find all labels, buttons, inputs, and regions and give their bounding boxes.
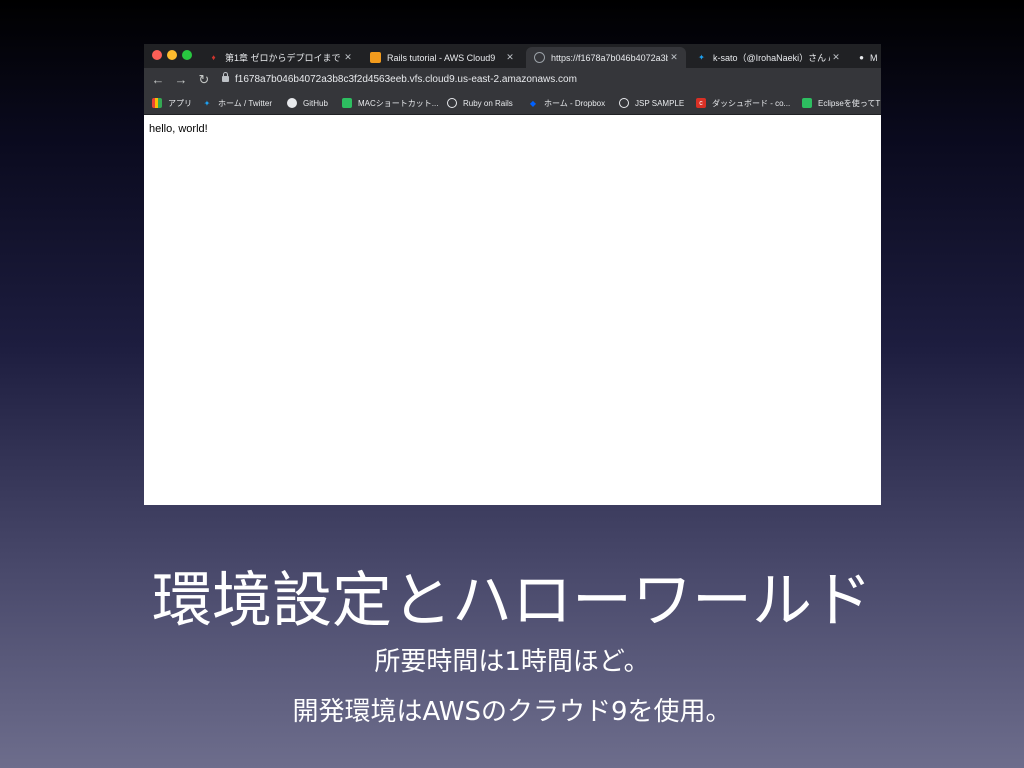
- tab-close-icon[interactable]: ✕: [504, 52, 516, 63]
- maximize-window-button[interactable]: [182, 50, 192, 60]
- tab-apple[interactable]: ● M: [850, 47, 881, 68]
- bookmark-label: MACショートカット...: [358, 98, 439, 108]
- tab-bar: ♦ 第1章 ゼロからデプロイまで - Rails ✕ Rails tutoria…: [144, 44, 881, 68]
- bookmark-label: ダッシュボード - co...: [712, 98, 791, 108]
- page-content: hello, world!: [144, 115, 881, 505]
- apps-grid-icon: [152, 98, 162, 108]
- globe-icon: [447, 98, 457, 108]
- slide-subtitle-environment: 開発環境はAWSのクラウド9を使用。: [292, 697, 732, 727]
- minimize-window-button[interactable]: [167, 50, 177, 60]
- ruby-gem-icon: ♦: [211, 53, 216, 62]
- bookmark-label: Eclipseを使ってT: [818, 98, 881, 108]
- bookmark-label: JSP SAMPLE: [635, 98, 685, 108]
- bookmark-dropbox[interactable]: ◆ ホーム - Dropbox: [528, 96, 605, 110]
- tab-title: https://f1678a7b046b4072a3b: [551, 52, 668, 63]
- tab-title: M: [870, 52, 878, 63]
- bookmark-github[interactable]: GitHub: [287, 96, 328, 110]
- bookmark-label: Ruby on Rails: [463, 98, 513, 108]
- dropbox-icon: ◆: [529, 98, 537, 108]
- twitter-bird-icon: ✦: [203, 98, 211, 108]
- twitter-bird-icon: ✦: [698, 53, 705, 62]
- bookmark-label: ホーム / Twitter: [218, 98, 272, 108]
- forward-arrow-icon[interactable]: →: [173, 72, 189, 88]
- tab-close-icon[interactable]: ✕: [668, 52, 680, 63]
- slide-subtitle-duration: 所要時間は1時間ほど。: [374, 647, 650, 677]
- evernote-icon: [802, 98, 812, 108]
- tab-title: k-sato（@IrohaNaeki）さん / Tw: [713, 53, 830, 63]
- bookmark-eclipse[interactable]: Eclipseを使ってT: [802, 96, 880, 110]
- globe-icon: [619, 98, 629, 108]
- bookmark-label: ホーム - Dropbox: [544, 98, 606, 108]
- reload-icon[interactable]: ↻: [196, 72, 212, 88]
- bookmark-mac-shortcuts[interactable]: MACショートカット...: [342, 96, 438, 110]
- tab-cloud9[interactable]: Rails tutorial - AWS Cloud9 ✕: [362, 47, 522, 68]
- globe-icon: [534, 52, 545, 63]
- bookmark-label: GitHub: [303, 98, 328, 108]
- cloud9-cube-icon: [370, 52, 381, 63]
- bookmark-twitter-home[interactable]: ✦ ホーム / Twitter: [202, 96, 272, 110]
- github-icon: [287, 98, 297, 108]
- apple-icon: ●: [859, 53, 864, 62]
- hello-world-text: hello, world!: [149, 123, 208, 135]
- tab-title: Rails tutorial - AWS Cloud9: [387, 52, 496, 63]
- back-arrow-icon[interactable]: ←: [150, 72, 166, 88]
- lock-icon: [222, 72, 229, 82]
- tab-hello-world[interactable]: https://f1678a7b046b4072a3b ✕: [526, 47, 686, 68]
- close-window-button[interactable]: [152, 50, 162, 60]
- slide-title: 環境設定とハローワールド: [152, 566, 872, 636]
- browser-toolbar: ← → ↻ f1678a7b046b4072a3b8c3f2d4563eeb.v…: [144, 68, 881, 92]
- tab-close-icon[interactable]: ✕: [342, 52, 354, 63]
- tab-rails-chapter1[interactable]: ♦ 第1章 ゼロからデプロイまで - Rails ✕: [200, 47, 360, 68]
- bookmarks-bar: アプリ ✦ ホーム / Twitter GitHub MACショートカット...…: [144, 92, 881, 115]
- c-logo-icon: c: [696, 98, 706, 108]
- bookmark-label: アプリ: [168, 98, 192, 108]
- evernote-icon: [342, 98, 352, 108]
- tab-title: 第1章 ゼロからデプロイまで - Rails: [225, 53, 342, 63]
- address-bar[interactable]: f1678a7b046b4072a3b8c3f2d4563eeb.vfs.clo…: [222, 71, 877, 89]
- bookmark-dashboard[interactable]: c ダッシュボード - co...: [696, 96, 790, 110]
- bookmark-ruby-on-rails[interactable]: Ruby on Rails: [447, 96, 513, 110]
- browser-window: ♦ 第1章 ゼロからデプロイまで - Rails ✕ Rails tutoria…: [144, 44, 881, 505]
- tab-twitter[interactable]: ✦ k-sato（@IrohaNaeki）さん / Tw ✕: [688, 47, 848, 68]
- address-text: f1678a7b046b4072a3b8c3f2d4563eeb.vfs.clo…: [235, 74, 577, 85]
- bookmark-jsp-sample[interactable]: JSP SAMPLE: [619, 96, 684, 110]
- tab-close-icon[interactable]: ✕: [830, 52, 842, 63]
- bookmark-apps[interactable]: アプリ: [152, 96, 192, 110]
